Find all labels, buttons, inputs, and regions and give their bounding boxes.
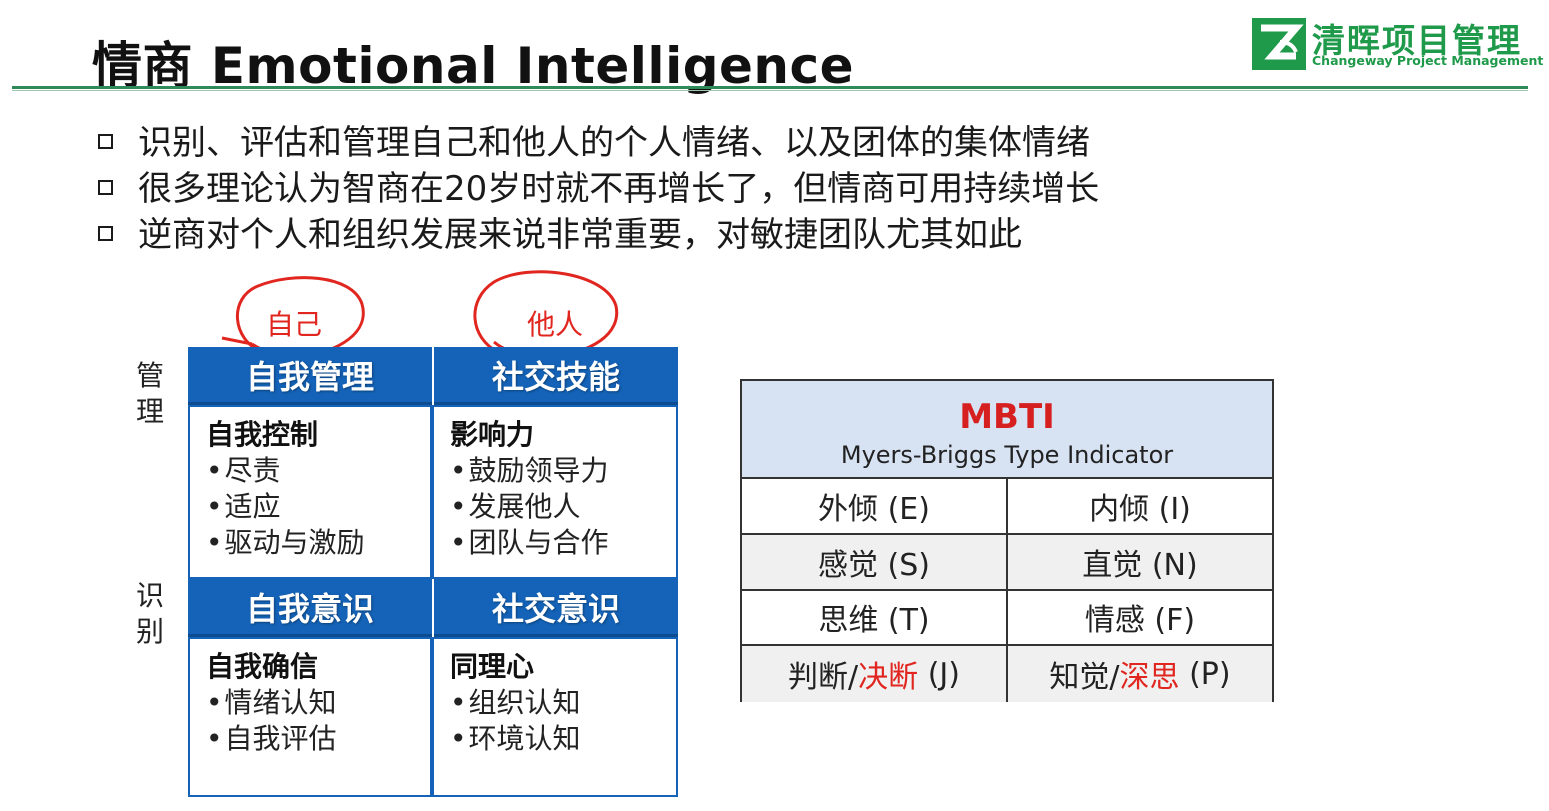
- quadrant-self-awareness: 自我确信 情绪认知 自我评估: [188, 637, 432, 797]
- quadrant-header-self-management: 自我管理: [188, 347, 432, 405]
- mbti-cell: 情感 (F): [1084, 603, 1196, 639]
- mbti-text: 判断/: [788, 660, 859, 696]
- bullet-text: 很多理论认为智商在20岁时就不再增长了，但情商可用持续增长: [138, 168, 1100, 209]
- quadrant-item: 自我评估: [206, 721, 430, 757]
- mbti-text: (P): [1179, 656, 1231, 692]
- mbti-cell: 思维 (T): [742, 590, 1008, 645]
- bullet-item: 逆商对个人和组织发展来说非常重要，对敏捷团队尤其如此: [98, 208, 1099, 255]
- mbti-cell-judging: 判断/决断 (J): [742, 646, 1008, 702]
- quadrant-item: 发展他人: [450, 489, 676, 525]
- mbti-cell: 内倾 (I): [1089, 491, 1191, 527]
- quadrant-item: 团队与合作: [450, 525, 676, 561]
- mbti-row: 感觉 (S) 直觉 (N): [742, 534, 1272, 591]
- quadrant-social-awareness: 同理心 组织认知 环境认知: [432, 637, 678, 797]
- annotation-self: 自己: [266, 308, 323, 341]
- title-divider-shadow: [12, 90, 1528, 91]
- quadrant-social-skills: 影响力 鼓励领导力 发展他人 团队与合作: [432, 405, 678, 579]
- mbti-cell: 直觉 (N): [1082, 547, 1198, 583]
- mbti-title: MBTI: [959, 397, 1055, 437]
- checkbox-bullet-icon: [98, 179, 113, 195]
- quadrant-subtitle: 自我确信: [206, 650, 319, 683]
- quadrant-item: 环境认知: [450, 721, 676, 757]
- annotation-others: 他人: [527, 308, 584, 341]
- side-label-manage: 管理: [135, 359, 164, 428]
- bullet-list: 识别、评估和管理自己和他人的个人情绪、以及团体的集体情绪 很多理论认为智商在20…: [98, 116, 1100, 255]
- quadrant-item: 情绪认知: [206, 685, 430, 721]
- logo-english-name: Changeway Project Management: [1312, 53, 1544, 68]
- bullet-text: 逆商对个人和组织发展来说非常重要，对敏捷团队尤其如此: [138, 214, 1022, 255]
- bullet-item: 很多理论认为智商在20岁时就不再增长了，但情商可用持续增长: [98, 162, 1100, 209]
- mbti-text-highlight: 深思: [1119, 660, 1180, 696]
- mbti-row: 外倾 (E) 内倾 (I): [742, 479, 1272, 535]
- checkbox-bullet-icon: [98, 133, 113, 149]
- mbti-row: 判断/决断 (J) 知觉/深思 (P): [742, 646, 1272, 702]
- checkbox-bullet-icon: [98, 225, 113, 241]
- emotional-intelligence-quadrants: 自我管理 自我控制 尽责 适应 驱动与激励 社交技能 影响力 鼓励领导力 发展他…: [188, 347, 678, 797]
- quadrant-item: 尽责: [206, 453, 430, 489]
- quadrant-item: 适应: [206, 489, 430, 525]
- mbti-cell: 外倾 (E): [742, 479, 1008, 533]
- quadrant-item: 组织认知: [450, 685, 676, 721]
- mbti-table: MBTI Myers-Briggs Type Indicator 外倾 (E) …: [740, 379, 1274, 702]
- quadrant-subtitle: 自我控制: [206, 418, 319, 451]
- mbti-row: 思维 (T) 情感 (F): [742, 590, 1272, 647]
- logo-mark-icon: [1252, 18, 1306, 70]
- mbti-text-highlight: 决断: [858, 660, 919, 696]
- quadrant-header-social-awareness: 社交意识: [434, 579, 678, 637]
- company-logo: 清晖项目管理 Changeway Project Management: [1252, 18, 1543, 72]
- quadrant-self-management: 自我控制 尽责 适应 驱动与激励: [188, 405, 432, 579]
- title-divider: [12, 86, 1528, 89]
- bullet-item: 识别、评估和管理自己和他人的个人情绪、以及团体的集体情绪: [98, 116, 1099, 163]
- quadrant-subtitle: 影响力: [450, 418, 535, 451]
- quadrant-subtitle: 同理心: [450, 650, 535, 683]
- mbti-header: MBTI Myers-Briggs Type Indicator: [742, 381, 1272, 479]
- quadrant-header-self-awareness: 自我意识: [188, 579, 432, 637]
- mbti-text: (J): [918, 656, 960, 692]
- mbti-subtitle: Myers-Briggs Type Indicator: [840, 441, 1174, 469]
- mbti-cell-perceiving: 知觉/深思 (P): [1008, 646, 1272, 702]
- quadrant-item: 驱动与激励: [206, 525, 430, 561]
- quadrant-header-social-skills: 社交技能: [434, 347, 678, 405]
- quadrant-item: 鼓励领导力: [450, 453, 676, 489]
- mbti-cell: 感觉 (S): [742, 534, 1008, 589]
- mbti-text: 知觉/: [1049, 660, 1120, 696]
- side-label-recognize: 识别: [135, 579, 164, 648]
- bullet-text: 识别、评估和管理自己和他人的个人情绪、以及团体的集体情绪: [138, 122, 1090, 163]
